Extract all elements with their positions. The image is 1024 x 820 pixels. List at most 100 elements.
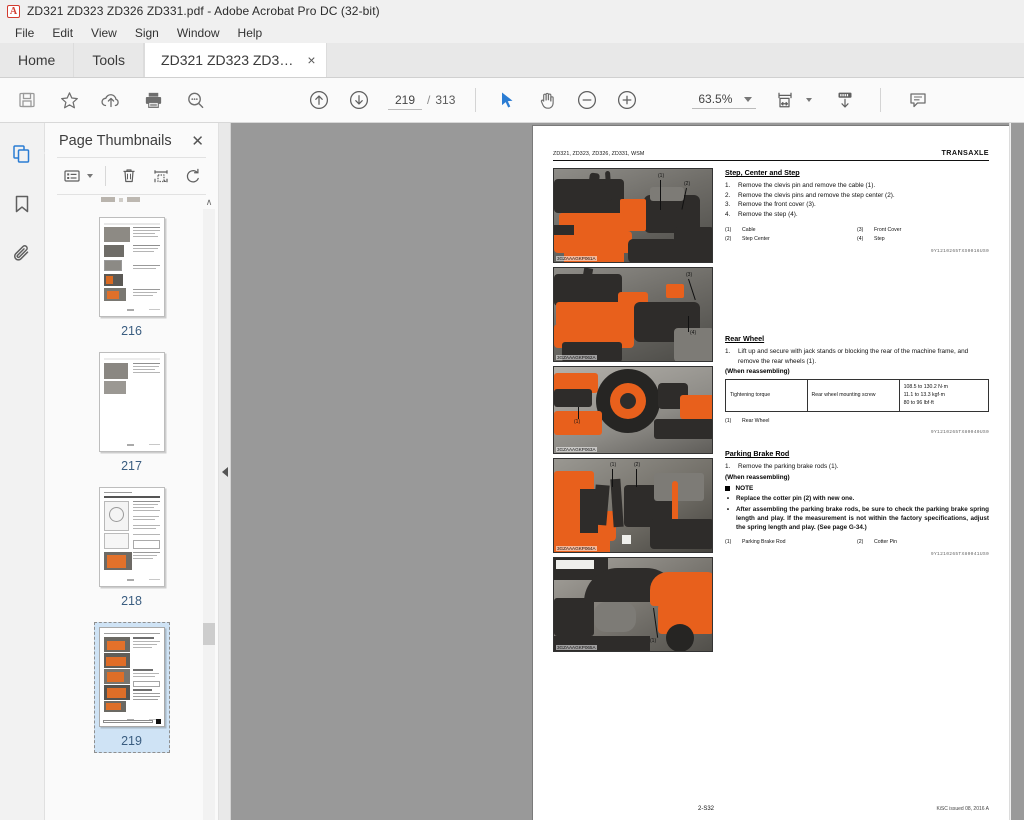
figure-1-caption: 3GZAAAGKP061A [556, 256, 597, 261]
figure-column: (1) (2) 3GZAAAGKP061A (3) (4) 3GZAAAGKP0… [553, 168, 713, 652]
step-text: Lift up and secure with jack stands or b… [738, 348, 969, 365]
scrollbar-track[interactable] [203, 209, 215, 820]
thumbnail-217[interactable]: 217 [98, 352, 165, 473]
comment-balloon-icon[interactable] [905, 87, 931, 113]
cursor-arrow-icon[interactable] [494, 87, 520, 113]
step-text: Remove the clevis pin and remove the cab… [738, 182, 876, 189]
note-item: • Replace the cotter pin (2) with new on… [725, 494, 989, 503]
document-viewport[interactable]: ZD321, ZD323, ZD326, ZD331, WSM TRANSAXL… [231, 123, 1024, 820]
thumbnail-216[interactable]: 216 [98, 217, 165, 338]
zoom-search-icon[interactable] [182, 87, 208, 113]
rail-item-bookmarks[interactable] [5, 187, 39, 221]
note-block: NOTE • Replace the cotter pin (2) with n… [725, 485, 989, 533]
document-scrollbar-thumb[interactable] [1011, 123, 1024, 820]
tab-document[interactable]: ZD321 ZD323 ZD3… × [144, 43, 327, 77]
panel-collapse-handle[interactable] [219, 123, 231, 820]
thumbnail-219[interactable]: 219 [93, 622, 170, 753]
tab-tools[interactable]: Tools [74, 43, 145, 77]
panel-close-icon[interactable]: ✕ [189, 134, 206, 149]
legend-key: (1) [725, 539, 732, 546]
section-steps: 1. Lift up and secure with jack stands o… [725, 347, 989, 366]
torque-table: Tightening torque Rear wheel mounting sc… [725, 379, 990, 412]
list-options-icon[interactable] [61, 165, 83, 187]
save-icon[interactable] [14, 87, 40, 113]
legend-key: (1) [725, 227, 732, 234]
rail-item-page-thumbnails[interactable] [5, 137, 45, 171]
thumbnail-218[interactable]: 218 [98, 487, 165, 608]
figure-2-callout-4: (4) [690, 330, 697, 336]
menu-file[interactable]: File [6, 24, 43, 42]
arrow-up-circle-icon[interactable] [306, 87, 332, 113]
thumbnail-frame[interactable] [98, 487, 165, 587]
figure-4-callout-1: (1) [610, 462, 617, 468]
legend-value: Step [874, 236, 885, 243]
figure-4-caption: 3GZAAAGKP064A [556, 546, 597, 551]
step-item: 1. Remove the parking brake rods (1). [725, 462, 989, 472]
menu-view[interactable]: View [82, 24, 126, 42]
close-icon[interactable]: × [307, 53, 315, 67]
tab-home[interactable]: Home [0, 43, 75, 77]
print-icon[interactable] [140, 87, 166, 113]
bullet-icon: • [726, 506, 730, 514]
menu-sign[interactable]: Sign [126, 24, 168, 42]
adobe-acrobat-icon [7, 4, 20, 19]
rail-item-attachments[interactable] [5, 237, 39, 271]
star-icon[interactable] [56, 87, 82, 113]
thumbnail-frame[interactable] [98, 352, 165, 452]
table-cell-values: 108.5 to 130.2 N·m 11.1 to 13.3 kgf·m 80… [898, 379, 990, 412]
menu-window[interactable]: Window [168, 24, 229, 42]
chevron-down-icon[interactable] [744, 96, 753, 102]
legend-value: Rear Wheel [742, 417, 770, 424]
minus-circle-icon[interactable] [574, 87, 600, 113]
main-area: Page Thumbnails ✕ 216 217 218 219 ∧ ZD32… [0, 123, 1024, 820]
zoom-level-label: 63.5% [698, 92, 733, 106]
cloud-upload-icon[interactable] [98, 87, 124, 113]
fit-page-icon[interactable] [772, 87, 798, 113]
section-title: Step, Center and Step [725, 168, 800, 177]
scrollbar-thumb[interactable] [203, 623, 215, 645]
delete-icon[interactable] [118, 165, 140, 187]
thumbnail-list[interactable]: 216 217 218 219 ∧ [45, 195, 218, 820]
menu-bar: File Edit View Sign Window Help [0, 22, 1024, 44]
page-thumbnails-panel: Page Thumbnails ✕ 216 217 218 219 ∧ [45, 123, 219, 820]
menu-edit[interactable]: Edit [43, 24, 82, 42]
document-scrollbar[interactable] [1009, 123, 1024, 820]
zoom-control[interactable]: 63.5% [692, 91, 757, 109]
thumbnail-frame[interactable] [98, 217, 165, 317]
legend-key: (2) [725, 236, 732, 243]
legend-item: (1) Rear Wheel [725, 417, 857, 426]
legend-item: (1) Parking Brake Rod [725, 538, 857, 547]
title-bar: ZD321 ZD323 ZD326 ZD331.pdf - Adobe Acro… [0, 0, 1024, 22]
page-header: ZD321, ZD323, ZD326, ZD331, WSM TRANSAXL… [553, 148, 989, 157]
figure-2-caption: 3GZAAAGKP062A [556, 355, 597, 360]
thumbnail-partial [99, 197, 165, 203]
hand-icon[interactable] [534, 87, 560, 113]
step-item: 1. Lift up and secure with jack stands o… [725, 347, 989, 366]
plus-circle-icon[interactable] [614, 87, 640, 113]
page-footer: 2-S32 KiSC issued 08, 2016 A [553, 806, 989, 812]
thumbnail-label: 217 [121, 459, 142, 473]
extract-pages-icon[interactable] [150, 165, 172, 187]
fit-page-chevron-down-icon[interactable] [806, 98, 813, 102]
figure-5-callout-1: (1) [650, 638, 657, 644]
thumbnail-frame[interactable] [98, 627, 165, 727]
menu-help[interactable]: Help [229, 24, 272, 42]
page-number-input[interactable] [388, 90, 422, 110]
figure-3: (1) 3GZAAAGKP063A [553, 366, 713, 454]
figure-2-callout-3: (3) [686, 272, 693, 278]
legend-value: Step Center [742, 236, 770, 243]
page-scroll-icon[interactable] [832, 87, 858, 113]
figure-1: (1) (2) 3GZAAAGKP061A [553, 168, 713, 263]
step-number: 2. [725, 191, 731, 199]
arrow-down-circle-icon[interactable] [346, 87, 372, 113]
figure-4-photo: (1) (2) [554, 459, 712, 552]
scroll-up-icon[interactable]: ∧ [203, 195, 215, 209]
thumbnail-scrollbar[interactable]: ∧ [203, 195, 215, 820]
panel-toolbar [45, 158, 218, 194]
page-separator: / [427, 92, 431, 107]
list-options-chevron-down-icon[interactable] [87, 174, 93, 178]
rotate-icon[interactable] [182, 165, 204, 187]
torque-value-kgf: 11.1 to 13.3 kgf·m [903, 392, 945, 399]
toolbar-left-group [0, 87, 208, 113]
step-item: 2. Remove the clevis pins and remove the… [725, 191, 989, 201]
